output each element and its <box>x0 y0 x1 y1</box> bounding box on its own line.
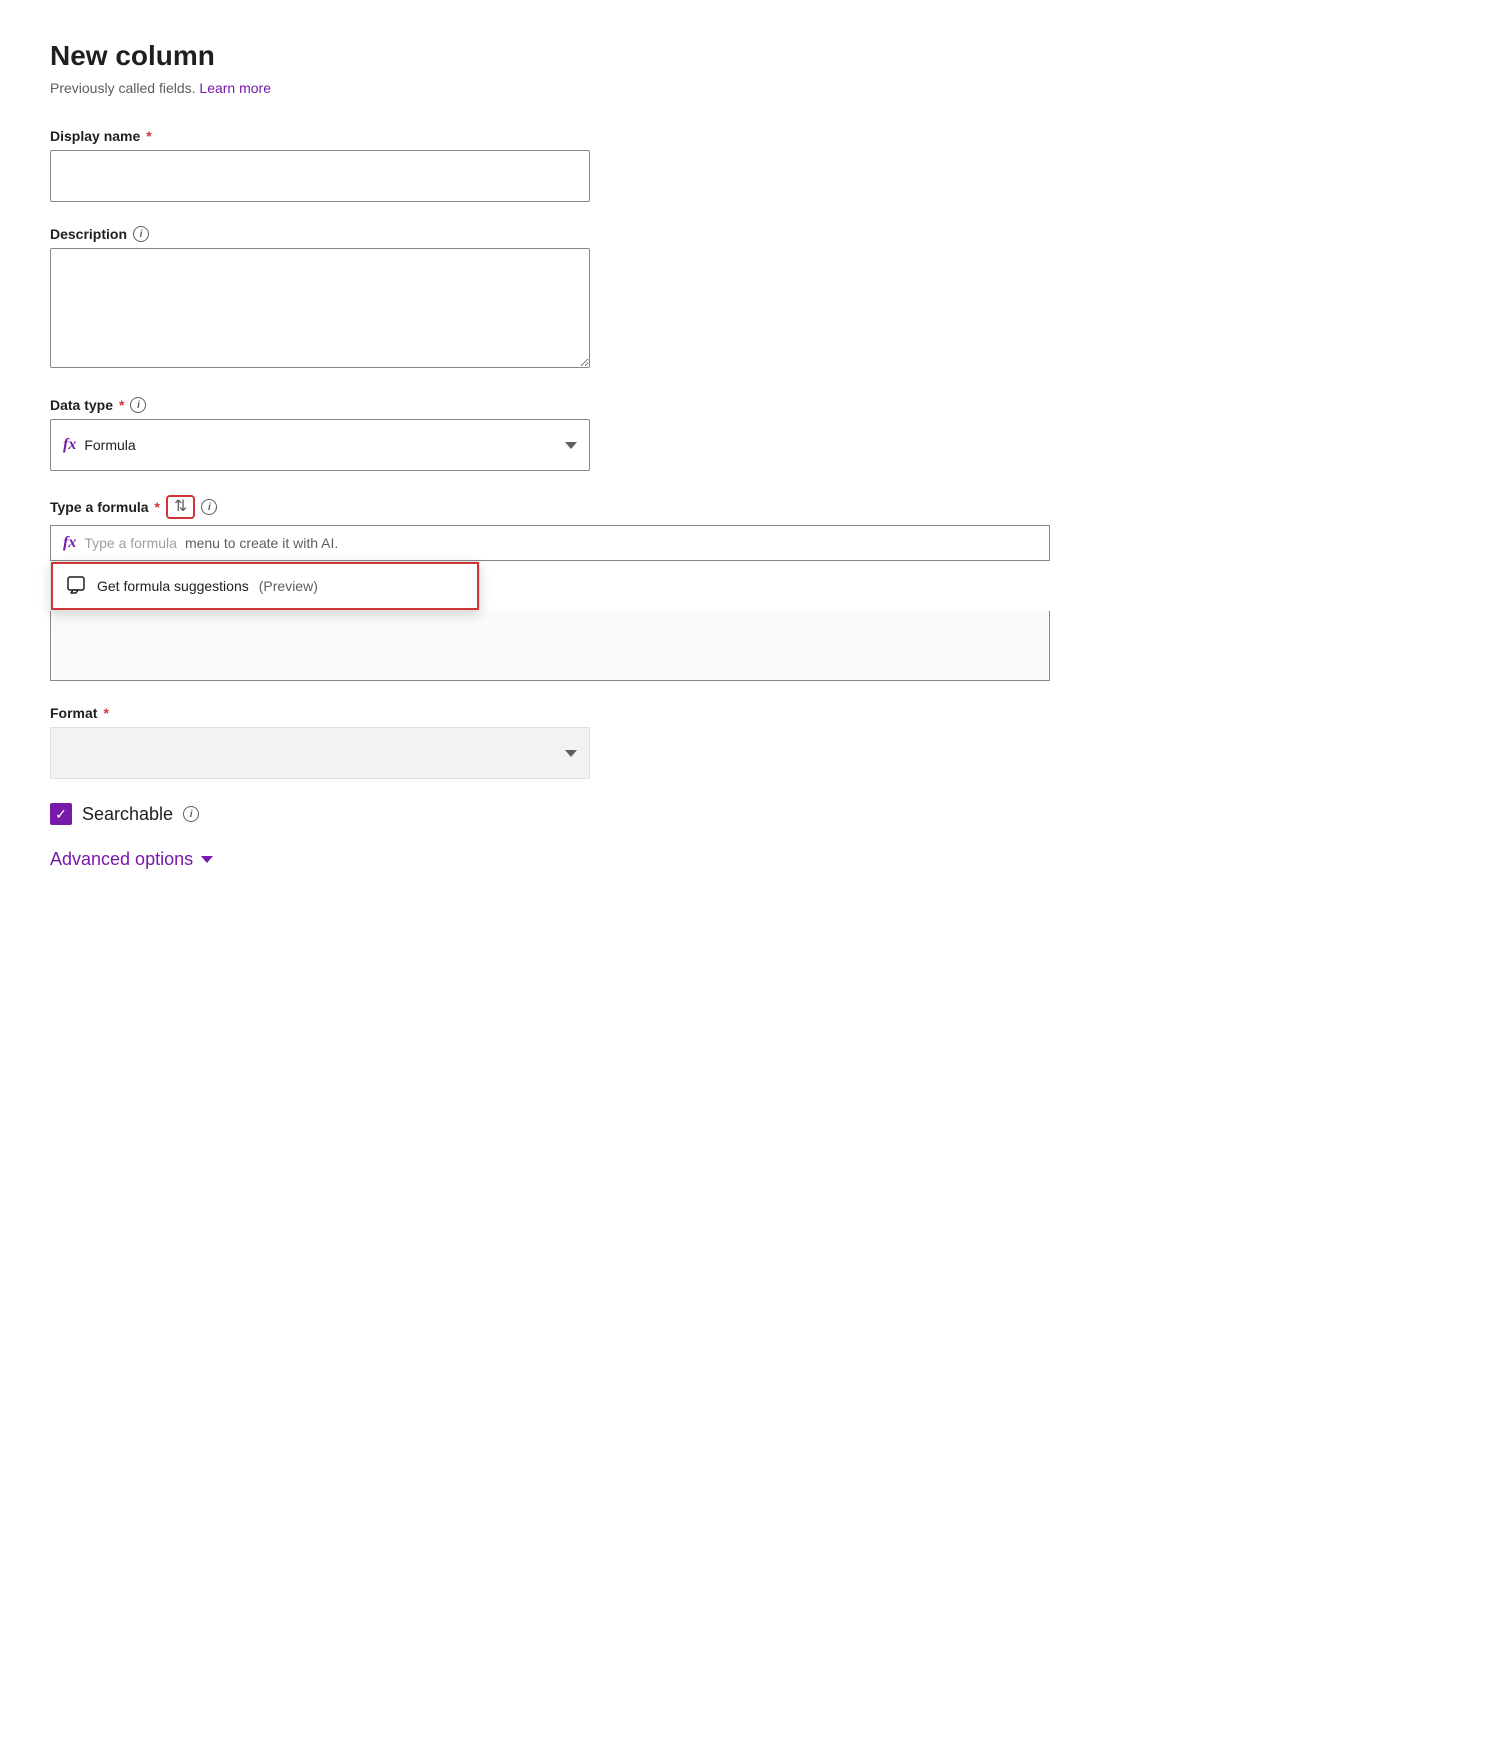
advanced-options-row[interactable]: Advanced options <box>50 849 1435 870</box>
searchable-label: Searchable <box>82 804 173 825</box>
data-type-info-icon[interactable]: i <box>130 397 146 413</box>
page-title: New column <box>50 40 1435 72</box>
formula-top-bar: fx Type a formula menu to create it with… <box>50 525 1050 561</box>
advanced-options-label: Advanced options <box>50 849 193 870</box>
expand-updown-icon: ⇅ <box>174 499 187 515</box>
description-label: Description i <box>50 226 1435 242</box>
format-label: Format * <box>50 705 1435 721</box>
description-input[interactable] <box>50 248 590 368</box>
description-group: Description i <box>50 226 1435 373</box>
check-icon: ✓ <box>55 807 67 821</box>
formula-section: Type a formula * ⇅ i fx Type a formula m… <box>50 495 1435 681</box>
formula-suggestions-dropdown: Get formula suggestions (Preview) <box>50 561 480 611</box>
formula-area-wrapper: fx Type a formula menu to create it with… <box>50 525 1050 681</box>
formula-suggestions-label: Get formula suggestions <box>97 578 249 594</box>
data-type-select[interactable]: fx Formula <box>50 419 590 471</box>
formula-ai-hint: menu to create it with AI. <box>185 535 338 551</box>
formula-suggestions-preview: (Preview) <box>259 578 318 594</box>
format-required: * <box>103 705 108 721</box>
display-name-label: Display name * <box>50 128 1435 144</box>
searchable-row: ✓ Searchable i <box>50 803 1435 825</box>
data-type-label: Data type * i <box>50 397 1435 413</box>
format-select[interactable] <box>50 727 590 779</box>
data-type-required: * <box>119 397 124 413</box>
data-type-group: Data type * i fx Formula <box>50 397 1435 471</box>
fx-icon: fx <box>63 436 76 454</box>
data-type-chevron-icon <box>565 442 577 449</box>
advanced-options-chevron-icon <box>201 856 213 863</box>
format-chevron-icon <box>565 750 577 757</box>
data-type-select-left: fx Formula <box>63 436 136 454</box>
display-name-group: Display name * <box>50 128 1435 202</box>
formula-expand-button[interactable]: ⇅ <box>166 495 195 519</box>
searchable-info-icon[interactable]: i <box>183 806 199 822</box>
formula-label: Type a formula * ⇅ i <box>50 495 1435 519</box>
format-section: Format * <box>50 705 1435 779</box>
chat-bubble-icon <box>67 576 87 596</box>
display-name-input[interactable] <box>50 150 590 202</box>
formula-required: * <box>155 499 160 515</box>
display-name-required: * <box>146 128 151 144</box>
formula-placeholder-text: Type a formula <box>84 535 177 551</box>
formula-get-suggestions-item[interactable]: Get formula suggestions (Preview) <box>51 562 479 610</box>
data-type-selected-value: Formula <box>84 437 135 453</box>
description-info-icon[interactable]: i <box>133 226 149 242</box>
formula-body-area[interactable] <box>50 611 1050 681</box>
formula-fx-icon: fx <box>63 534 76 552</box>
page-subtitle: Previously called fields. Learn more <box>50 80 1435 96</box>
searchable-checkbox[interactable]: ✓ <box>50 803 72 825</box>
learn-more-link[interactable]: Learn more <box>199 80 271 96</box>
data-type-select-wrapper: fx Formula <box>50 419 590 471</box>
formula-info-icon[interactable]: i <box>201 499 217 515</box>
